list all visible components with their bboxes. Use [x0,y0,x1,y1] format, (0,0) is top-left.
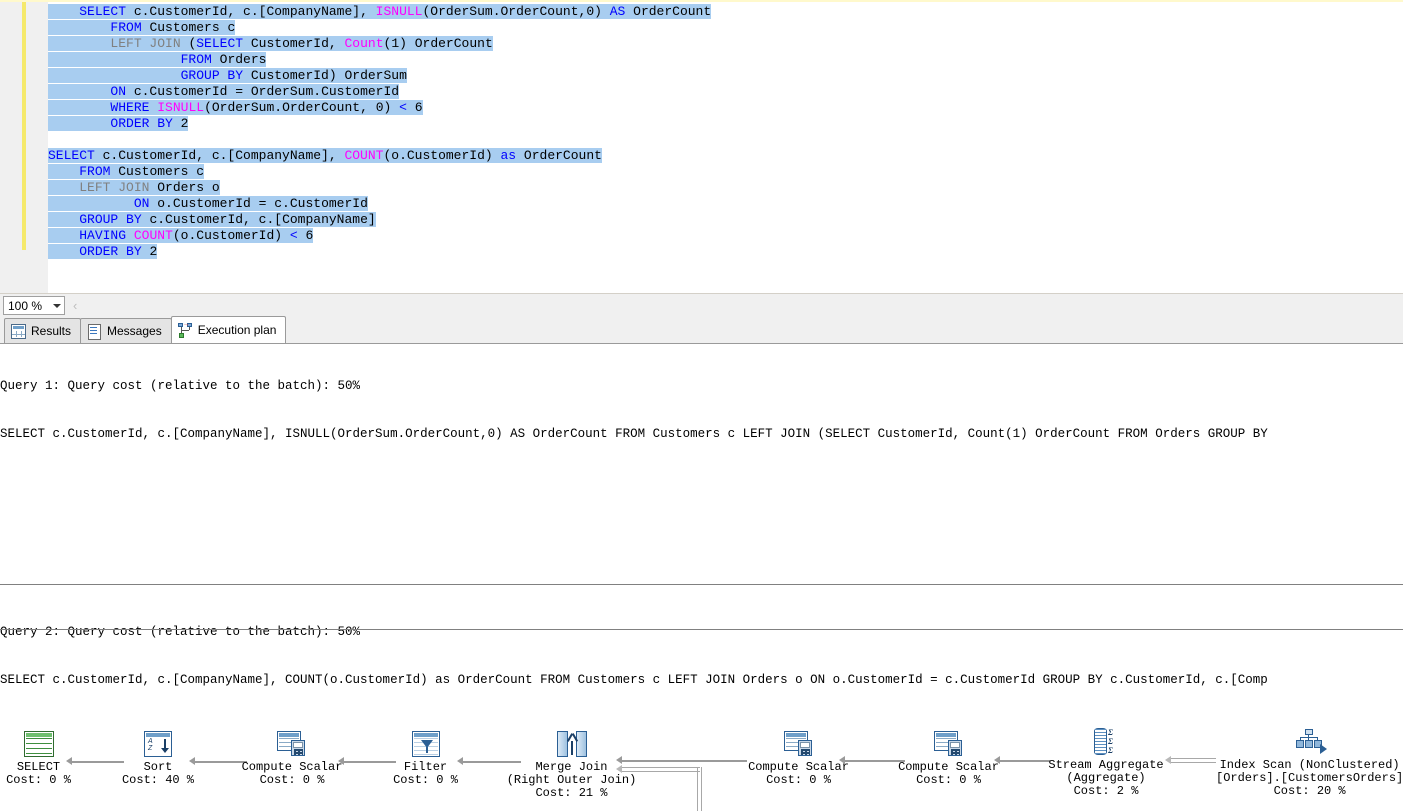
query-1-sql-line: SELECT c.CustomerId, c.[CompanyName], IS… [0,427,1268,441]
editor-line-selection: SELECT c.CustomerId, c.[CompanyName], IS… [48,4,712,19]
editor-line: FROM Orders [48,52,1403,68]
connector-q1-vertical [697,767,702,811]
merge-join-icon [556,729,588,759]
query-2-divider [0,629,1403,630]
compute-scalar-icon [276,729,308,759]
tab-execution-plan[interactable]: → Execution plan [170,316,287,343]
compute-scalar-icon [933,729,965,759]
connector-q1-select-sort [72,761,124,763]
editor-line-selection: FROM Orders [48,52,267,67]
tab-results[interactable]: Results [4,318,82,343]
query-2-header: Query 2: Query cost (relative to the bat… [0,592,1403,720]
messages-doc-icon [87,323,102,340]
editor-line-selection: ON o.CustomerId = c.CustomerId [48,196,368,211]
connector-q1-agg-iscan [1171,758,1216,763]
editor-line: FROM Customers c [48,164,1403,180]
results-tab-strip: Results Messages → Execution plan [0,316,1403,344]
plan-node-q1-compute-scalar-1[interactable]: Compute Scalar Cost: 0 % [233,729,351,787]
chevron-down-icon[interactable] [53,304,61,308]
plan-node-q1-sort[interactable]: Sort Cost: 40 % [120,729,196,787]
tab-messages[interactable]: Messages [80,318,172,343]
query-section-divider [0,584,1403,585]
plan-node-q1-filter[interactable]: Filter Cost: 0 % [388,729,463,787]
editor-line: ON o.CustomerId = c.CustomerId [48,196,1403,212]
index-scan-icon [1294,727,1327,757]
editor-line: WHERE ISNULL(OrderSum.OrderCount, 0) < 6 [48,100,1403,116]
editor-line: LEFT JOIN (SELECT CustomerId, Count(1) O… [48,36,1403,52]
editor-line-selection: ON c.CustomerId = OrderSum.CustomerId [48,84,400,99]
plan-node-q1-compute-scalar-2[interactable]: Compute Scalar Cost: 0 % [740,729,857,787]
editor-line: GROUP BY CustomerId) OrderSum [48,68,1403,84]
sql-editor-pane[interactable]: SELECT c.CustomerId, c.[CompanyName], IS… [0,0,1403,295]
editor-change-bar [22,2,26,250]
select-icon [23,729,55,759]
tab-execution-plan-label: Execution plan [197,323,277,337]
query-2-cost-line: Query 2: Query cost (relative to the bat… [0,625,361,639]
plan-node-q1-merge-join[interactable]: Merge Join (Right Outer Join) Cost: 21 % [500,729,643,800]
editor-line-selection: ORDER BY 2 [48,244,158,259]
plan-node-q1-compute-scalar-3[interactable]: Compute Scalar Cost: 0 % [890,729,1007,787]
compute-scalar-icon [783,729,815,759]
results-grid-icon [11,323,26,339]
plan-node-cost: Cost: 0 % [259,773,325,787]
execution-plan-canvas[interactable]: Query 1: Query cost (relative to the bat… [0,344,1403,811]
editor-line-selection: FROM Customers c [48,20,236,35]
editor-line: GROUP BY c.CustomerId, c.[CompanyName] [48,212,1403,228]
editor-line-selection: FROM Customers c [48,164,205,179]
editor-line-selection: HAVING COUNT(o.CustomerId) < 6 [48,228,314,243]
editor-line: FROM Customers c [48,20,1403,36]
editor-line-selection: LEFT JOIN Orders o [48,180,220,195]
plan-node-cost: Cost: 0 % [393,773,458,787]
stream-aggregate-icon: ΣΣΣ [1090,727,1122,757]
editor-line: ORDER BY 2 [48,244,1403,260]
filter-icon [410,729,442,759]
plan-node-cost: Cost: 40 % [121,773,194,787]
editor-zoom-bar: 100 % ‹ [0,293,1403,317]
editor-line-selection: SELECT c.CustomerId, c.[CompanyName], CO… [48,148,602,163]
tab-messages-label: Messages [107,324,162,338]
editor-line-selection: GROUP BY CustomerId) OrderSum [48,68,407,83]
tab-results-label: Results [31,324,72,338]
plan-node-q1-index-scan[interactable]: Index Scan (NonClustered) [Orders].[Cust… [1216,727,1403,798]
query-1-header: Query 1: Query cost (relative to the bat… [0,346,1403,474]
editor-line-selection: ORDER BY 2 [48,116,189,131]
plan-node-cost: Cost: 0 % [6,773,71,787]
editor-line: SELECT c.CustomerId, c.[CompanyName], IS… [48,4,1403,20]
sort-icon [142,729,174,759]
plan-node-cost: Cost: 21 % [535,786,608,800]
zoom-level-combobox[interactable]: 100 % [3,296,65,315]
editor-line: SELECT c.CustomerId, c.[CompanyName], CO… [48,148,1403,164]
editor-line: LEFT JOIN Orders o [48,180,1403,196]
editor-line: HAVING COUNT(o.CustomerId) < 6 [48,228,1403,244]
navigate-back-icon[interactable]: ‹ [73,298,77,313]
plan-node-cost: Cost: 2 % [1073,784,1139,798]
editor-line-selection: GROUP BY c.CustomerId, c.[CompanyName] [48,212,376,227]
sql-editor-code[interactable]: SELECT c.CustomerId, c.[CompanyName], IS… [48,2,1403,295]
zoom-level-value: 100 % [8,298,43,313]
plan-node-cost: Cost: 0 % [916,773,981,787]
plan-node-cost: Cost: 20 % [1273,784,1346,798]
editor-line-selection: WHERE ISNULL(OrderSum.OrderCount, 0) < 6 [48,100,423,115]
execution-plan-icon: → [177,321,193,338]
editor-line: ORDER BY 2 [48,116,1403,132]
plan-node-q1-select[interactable]: SELECT Cost: 0 % [0,729,77,787]
editor-line-selection: LEFT JOIN (SELECT CustomerId, Count(1) O… [48,36,493,51]
query-2-sql-line: SELECT c.CustomerId, c.[CompanyName], CO… [0,673,1268,687]
plan-node-cost: Cost: 0 % [766,773,831,787]
plan-node-q1-stream-aggregate[interactable]: ΣΣΣ Stream Aggregate (Aggregate) Cost: 2… [1042,727,1170,798]
editor-line: ON c.CustomerId = OrderSum.CustomerId [48,84,1403,100]
query-1-cost-line: Query 1: Query cost (relative to the bat… [0,379,361,393]
